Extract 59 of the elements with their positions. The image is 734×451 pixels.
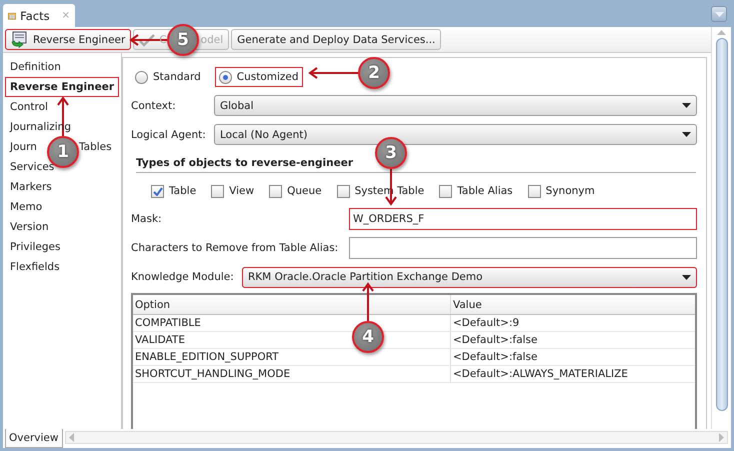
input-field[interactable] (349, 237, 697, 259)
caret-icon (682, 274, 691, 280)
field-label: Knowledge Module: (131, 271, 235, 283)
field-label: Mask: (131, 213, 163, 225)
radio-option[interactable]: Customized (214, 67, 303, 87)
dropdown[interactable]: RKM Oracle.Oracle Partition Exchange Demo (242, 266, 697, 288)
sidebar-item[interactable]: Version (5, 217, 119, 237)
sidebar-item[interactable]: Memo (5, 197, 119, 217)
checkbox[interactable] (439, 184, 452, 198)
radio-button[interactable] (218, 70, 232, 84)
checkbox-label[interactable]: Synonym (546, 185, 595, 197)
dropdown[interactable]: Local (No Agent) (214, 124, 697, 145)
table-arrow-icon (11, 31, 29, 48)
table-cell-text: <Default>:false (452, 350, 538, 365)
field-label: Characters to Remove from Table Alias: (131, 242, 340, 254)
tab-menu-button[interactable] (711, 6, 727, 22)
field-label: Context: (131, 100, 177, 112)
overview-tab[interactable]: Overview (5, 429, 63, 448)
scroll-up-icon[interactable] (717, 30, 726, 35)
checkbox-label[interactable]: Queue (287, 185, 322, 197)
sidebar-item[interactable]: Flexfields (5, 257, 119, 277)
sidebar-item[interactable]: Privileges (5, 237, 119, 257)
scrollbar-thumb[interactable] (716, 38, 728, 411)
checkbox-label[interactable]: Table (169, 185, 196, 197)
checkmark-icon (139, 32, 156, 46)
sidebar-item[interactable]: Journ (10, 141, 37, 153)
callout-arrow (362, 282, 374, 322)
field-label: Logical Agent: (131, 128, 207, 140)
table-cell-text: <Default>:false (452, 333, 538, 348)
caret-icon (714, 12, 724, 16)
table-cell-text: <Default>:ALWAYS_MATERIALIZE (452, 367, 629, 382)
sidebar-item[interactable]: Markers (5, 177, 119, 197)
column-header[interactable]: Option (133, 295, 451, 314)
checkbox-label[interactable]: Table Alias (457, 185, 513, 197)
checkbox[interactable] (151, 184, 164, 198)
sidebar-item[interactable]: Tables (78, 141, 112, 153)
table-cell: SHORTCUT_HANDLING_MODE (133, 366, 451, 382)
caret-icon (682, 103, 691, 108)
radio-option[interactable]: Standard (131, 67, 205, 87)
checkbox[interactable] (269, 184, 282, 198)
checkbox[interactable] (528, 184, 541, 198)
table-cell-text: <Default>:9 (452, 316, 520, 331)
sidebar-item[interactable]: Services (5, 157, 119, 177)
caret-icon (682, 132, 691, 137)
document-tab[interactable]: Facts × (3, 4, 75, 27)
dropdown[interactable]: Global (214, 95, 697, 116)
checkmark-icon (152, 186, 162, 196)
checkbox[interactable] (211, 184, 224, 198)
checkbox-label[interactable]: View (229, 185, 254, 197)
sidebar-item[interactable]: Control (5, 97, 119, 117)
column-header[interactable]: Value (451, 295, 695, 314)
callout-arrow (308, 67, 359, 79)
sidebar-item[interactable]: Definition (5, 57, 119, 77)
sidebar-item[interactable]: Reverse Engineer (5, 77, 119, 97)
input-field[interactable]: W_ORDERS_F (349, 208, 697, 230)
toolbar-button[interactable]: Reverse Engineer (5, 29, 132, 50)
toolbar-button[interactable]: Generate and Deploy Data Services... (231, 29, 442, 50)
checkbox[interactable] (336, 184, 350, 198)
radio-button[interactable] (135, 70, 148, 84)
